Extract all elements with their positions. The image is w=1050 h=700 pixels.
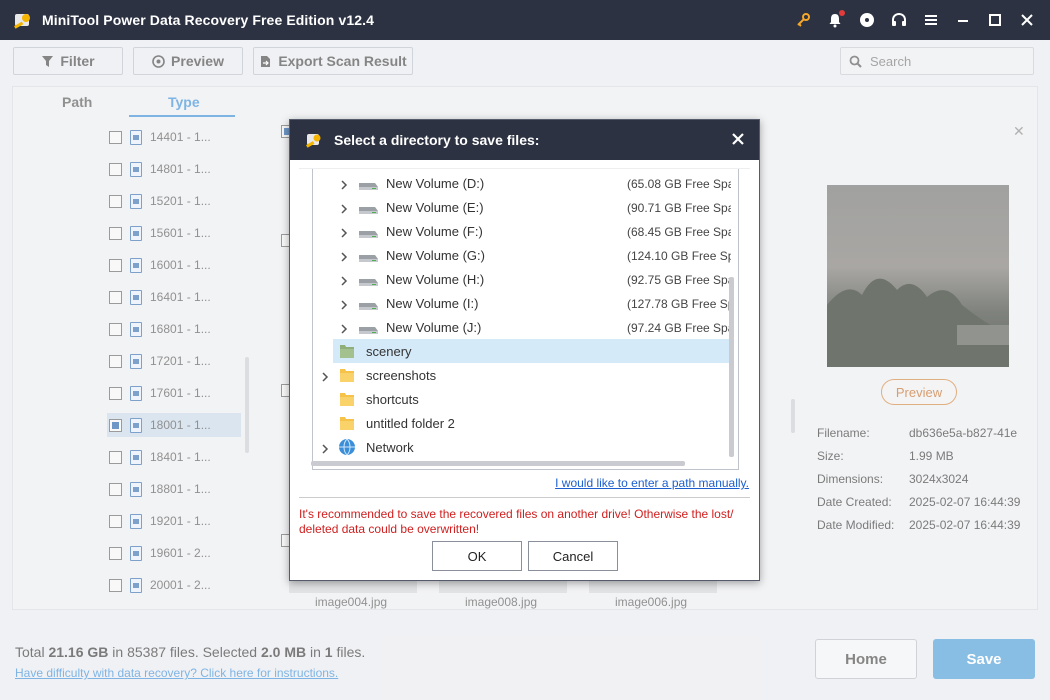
- notification-bell-icon[interactable]: [826, 10, 845, 29]
- folder-icon: [339, 414, 355, 432]
- drive-free-space: (68.45 GB Free Spa: [627, 225, 731, 239]
- drive-name: New Volume (E:): [386, 200, 484, 215]
- drive-icon: [357, 323, 379, 334]
- drive-free-space: (90.71 GB Free Spa: [627, 201, 731, 215]
- app-logo-icon: [14, 14, 30, 29]
- window-title: MiniTool Power Data Recovery Free Editio…: [42, 12, 374, 28]
- chevron-right-icon[interactable]: [339, 178, 349, 190]
- drive-free-space: (92.75 GB Free Spa: [627, 273, 731, 287]
- title-bar: MiniTool Power Data Recovery Free Editio…: [0, 0, 1050, 40]
- drive-row[interactable]: New Volume (F:) (68.45 GB Free Spa: [313, 219, 731, 243]
- folder-icon: [339, 390, 355, 408]
- maximize-icon[interactable]: [986, 11, 1004, 29]
- drive-icon: [357, 251, 379, 262]
- chevron-right-icon[interactable]: [320, 370, 330, 382]
- folder-icon: [339, 342, 355, 360]
- directory-tree-horizontal-scrollbar[interactable]: [311, 461, 685, 466]
- chevron-right-icon[interactable]: [339, 226, 349, 238]
- drive-name: New Volume (J:): [386, 320, 482, 335]
- folder-name: scenery: [366, 344, 412, 359]
- folder-name: shortcuts: [366, 392, 419, 407]
- drive-icon: [357, 203, 379, 214]
- drive-name: New Volume (H:): [386, 272, 485, 287]
- chevron-right-icon[interactable]: [320, 442, 330, 454]
- dialog-close-icon[interactable]: [729, 130, 747, 148]
- dialog-logo-icon: [306, 134, 321, 148]
- drive-free-space: (97.24 GB Free Spa: [627, 321, 731, 335]
- drive-name: New Volume (G:): [386, 248, 485, 263]
- notification-dot: [839, 10, 845, 16]
- minimize-icon[interactable]: [954, 11, 972, 29]
- folder-icon: [339, 366, 355, 384]
- folder-name: untitled folder 2: [366, 416, 455, 431]
- drive-row[interactable]: New Volume (E:) (90.71 GB Free Spa: [313, 195, 731, 219]
- chevron-right-icon[interactable]: [339, 202, 349, 214]
- directory-tree-list: New Volume (D:) (65.08 GB Free Spa New Vol…: [312, 169, 739, 470]
- chevron-right-icon[interactable]: [339, 274, 349, 286]
- network-label: Network: [366, 440, 414, 455]
- folder-row[interactable]: scenery: [333, 339, 730, 363]
- drive-row[interactable]: New Volume (G:) (124.10 GB Free Sp: [313, 243, 731, 267]
- menu-icon[interactable]: [922, 11, 940, 29]
- drive-free-space: (65.08 GB Free Spa: [627, 177, 731, 191]
- dialog-header: Select a directory to save files:: [290, 120, 759, 160]
- chevron-right-icon[interactable]: [339, 322, 349, 334]
- ok-button[interactable]: OK: [432, 541, 522, 571]
- drive-free-space: (124.10 GB Free Sp: [627, 249, 731, 263]
- close-icon[interactable]: [1018, 11, 1036, 29]
- drive-name: New Volume (D:): [386, 176, 485, 191]
- drive-name: New Volume (I:): [386, 296, 479, 311]
- drive-row[interactable]: New Volume (J:) (97.24 GB Free Spa: [313, 315, 731, 339]
- drive-row[interactable]: New Volume (D:) (65.08 GB Free Spa: [313, 171, 731, 195]
- save-directory-dialog: Select a directory to save files: New Vo…: [289, 119, 760, 581]
- folder-row[interactable]: shortcuts: [333, 387, 730, 411]
- drive-icon: [357, 179, 379, 190]
- chevron-right-icon[interactable]: [339, 250, 349, 262]
- dialog-title: Select a directory to save files:: [334, 132, 540, 148]
- drive-free-space: (127.78 GB Free Sp: [627, 297, 731, 311]
- drive-row[interactable]: New Volume (H:) (92.75 GB Free Spa: [313, 267, 731, 291]
- directory-tree: New Volume (D:) (65.08 GB Free Spa New Vol…: [299, 168, 750, 470]
- folder-row[interactable]: screenshots: [322, 363, 730, 387]
- dialog-divider: [299, 497, 750, 498]
- drive-name: New Volume (F:): [386, 224, 483, 239]
- disc-icon[interactable]: [858, 11, 876, 29]
- drive-icon: [357, 275, 379, 286]
- network-row[interactable]: Network: [322, 435, 730, 459]
- network-icon: [337, 437, 357, 457]
- drive-row[interactable]: New Volume (I:) (127.78 GB Free Sp: [313, 291, 731, 315]
- directory-tree-vertical-scrollbar[interactable]: [729, 277, 734, 457]
- chevron-right-icon[interactable]: [339, 298, 349, 310]
- folder-row[interactable]: untitled folder 2: [333, 411, 730, 435]
- drive-icon: [357, 227, 379, 238]
- headset-icon[interactable]: [890, 11, 908, 29]
- enter-path-manually-link[interactable]: I would like to enter a path manually.: [555, 476, 749, 490]
- overwrite-warning: It's recommended to save the recovered f…: [299, 507, 734, 536]
- drive-icon: [357, 299, 379, 310]
- key-icon[interactable]: [794, 11, 812, 29]
- cancel-button[interactable]: Cancel: [528, 541, 618, 571]
- folder-name: screenshots: [366, 368, 437, 383]
